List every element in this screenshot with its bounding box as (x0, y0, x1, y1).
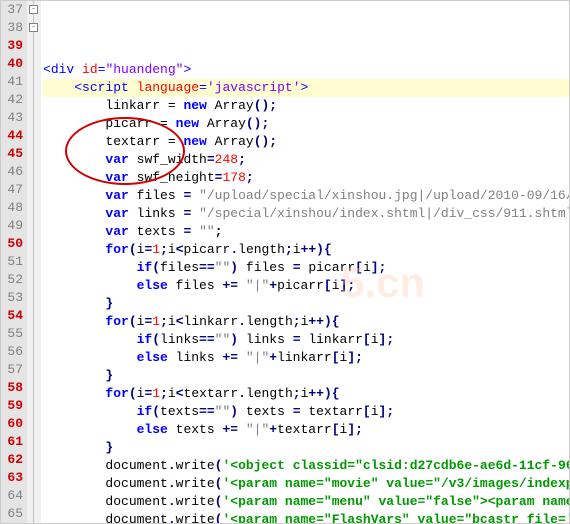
code-line[interactable]: document.write('<param name="menu" value… (43, 493, 569, 511)
code-line[interactable]: else files += "|"+picarr[i]; (43, 277, 569, 295)
code-line[interactable]: <script language='javascript'> (43, 79, 569, 97)
code-line[interactable]: var links = "/special/xinshou/index.shtm… (43, 205, 569, 223)
line-number: 59 (1, 397, 23, 415)
code-line[interactable]: picarr = new Array(); (43, 115, 569, 133)
line-number: 49 (1, 217, 23, 235)
code-line[interactable]: document.write('<param name="FlashVars" … (43, 511, 569, 523)
line-number: 41 (1, 73, 23, 91)
line-number: 50 (1, 235, 23, 253)
line-number: 63 (1, 469, 23, 487)
line-number: 39 (1, 37, 23, 55)
line-number: 56 (1, 343, 23, 361)
line-number: 60 (1, 415, 23, 433)
line-number: 65 (1, 505, 23, 523)
code-line[interactable]: textarr = new Array(); (43, 133, 569, 151)
line-number: 46 (1, 163, 23, 181)
code-editor: 3738394041424344454647484950515253545556… (1, 1, 569, 523)
line-number: 45 (1, 145, 23, 163)
line-number: 43 (1, 109, 23, 127)
line-number-gutter: 3738394041424344454647484950515253545556… (1, 1, 27, 523)
code-line[interactable]: var texts = ""; (43, 223, 569, 241)
code-line[interactable]: else texts += "|"+textarr[i]; (43, 421, 569, 439)
code-line[interactable]: } (43, 295, 569, 313)
line-number: 55 (1, 325, 23, 343)
code-line[interactable]: for(i=1;i<picarr.length;i++){ (43, 241, 569, 259)
code-line[interactable]: <div id="huandeng"> (43, 61, 569, 79)
code-line[interactable]: for(i=1;i<textarr.length;i++){ (43, 385, 569, 403)
line-number: 51 (1, 253, 23, 271)
fold-toggle-icon[interactable]: - (29, 23, 38, 32)
line-number: 42 (1, 91, 23, 109)
line-number: 61 (1, 433, 23, 451)
code-line[interactable]: } (43, 439, 569, 457)
code-line[interactable]: document.write('<object classid="clsid:d… (43, 457, 569, 475)
line-number: 40 (1, 55, 23, 73)
line-number: 58 (1, 379, 23, 397)
line-number: 62 (1, 451, 23, 469)
line-number: 48 (1, 199, 23, 217)
code-line[interactable]: linkarr = new Array(); (43, 97, 569, 115)
line-number: 38 (1, 19, 23, 37)
line-number: 53 (1, 289, 23, 307)
code-line[interactable]: if(links=="") links = linkarr[i]; (43, 331, 569, 349)
line-number: 54 (1, 307, 23, 325)
line-number: 52 (1, 271, 23, 289)
line-number: 64 (1, 487, 23, 505)
code-line[interactable]: var swf_width=248; (43, 151, 569, 169)
fold-toggle-icon[interactable]: - (29, 5, 38, 14)
code-line[interactable]: } (43, 367, 569, 385)
line-number: 37 (1, 1, 23, 19)
line-number: 57 (1, 361, 23, 379)
code-line[interactable]: var files = "/upload/special/xinshou.jpg… (43, 187, 569, 205)
code-line[interactable]: else links += "|"+linkarr[i]; (43, 349, 569, 367)
code-line[interactable]: if(texts=="") texts = textarr[i]; (43, 403, 569, 421)
fold-column: -- (27, 1, 41, 523)
line-number: 44 (1, 127, 23, 145)
code-line[interactable]: document.write('<param name="movie" valu… (43, 475, 569, 493)
code-line[interactable]: for(i=1;i<linkarr.length;i++){ (43, 313, 569, 331)
code-line[interactable]: var swf_height=178; (43, 169, 569, 187)
code-line[interactable]: if(files=="") files = picarr[i]; (43, 259, 569, 277)
line-number: 47 (1, 181, 23, 199)
code-area[interactable]: 5.cn <div id="huandeng"> <script languag… (41, 1, 569, 523)
